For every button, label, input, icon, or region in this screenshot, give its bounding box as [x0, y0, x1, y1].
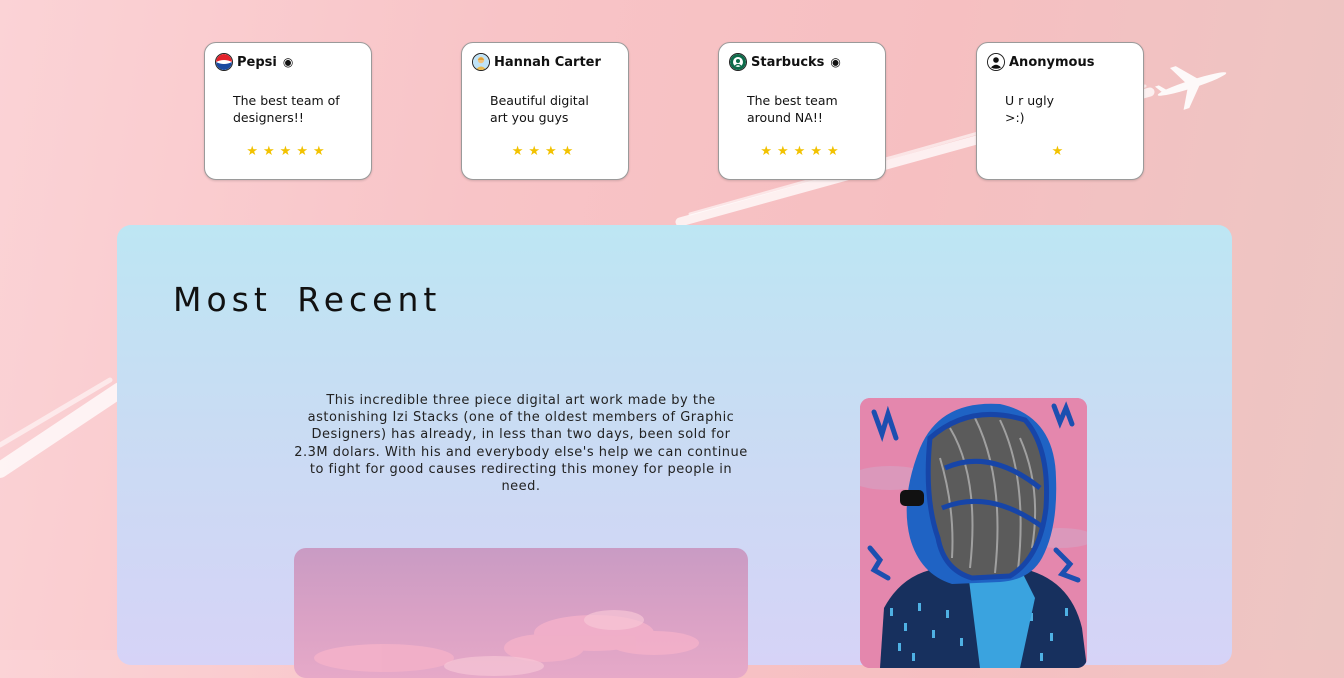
- reviewer-name: Starbucks: [751, 54, 825, 70]
- review-card-hannah-carter: Hannah Carter Beautiful digital art you …: [461, 42, 629, 180]
- review-text: U r ugly >:): [1005, 93, 1054, 125]
- star-rating: ★★★★★: [760, 144, 844, 159]
- review-text: Beautiful digital art you guys: [490, 93, 589, 125]
- anonymous-user-icon: [987, 53, 1005, 71]
- verified-badge-icon: ◉: [830, 55, 841, 69]
- reviewer-name: Pepsi: [237, 54, 277, 70]
- reviewer-name: Hannah Carter: [494, 54, 601, 70]
- verified-badge-icon: ◉: [282, 55, 294, 69]
- review-header: Hannah Carter: [472, 53, 601, 71]
- review-header: Anonymous: [987, 53, 1094, 71]
- review-card-anonymous: Anonymous U r ugly >:) ★: [976, 42, 1144, 180]
- review-header: Pepsi ◉: [215, 53, 293, 71]
- most-recent-section: Most Recent This incredible three piece …: [117, 225, 1232, 678]
- sky-photo-image[interactable]: [294, 548, 748, 678]
- starbucks-logo-icon: [729, 53, 747, 71]
- review-header: Starbucks ◉: [729, 53, 841, 71]
- review-text: The best team of designers!!: [233, 93, 340, 125]
- star-rating: ★★★★: [511, 144, 579, 159]
- review-card-starbucks: Starbucks ◉ The best team around NA!! ★★…: [718, 42, 886, 180]
- artwork-description: This incredible three piece digital art …: [294, 393, 748, 495]
- pepsi-logo-icon: [215, 53, 233, 71]
- user-avatar-icon: [472, 53, 490, 71]
- reviewer-name: Anonymous: [1009, 54, 1095, 70]
- star-rating: ★★★★★: [246, 144, 330, 159]
- airplane-icon: [1154, 66, 1227, 110]
- review-card-pepsi: Pepsi ◉ The best team of designers!! ★★★…: [204, 42, 372, 180]
- review-text: The best team around NA!!: [747, 93, 838, 125]
- section-title: Most Recent: [173, 280, 442, 319]
- star-rating: ★: [1051, 144, 1069, 159]
- digital-artwork-image[interactable]: [860, 398, 1087, 668]
